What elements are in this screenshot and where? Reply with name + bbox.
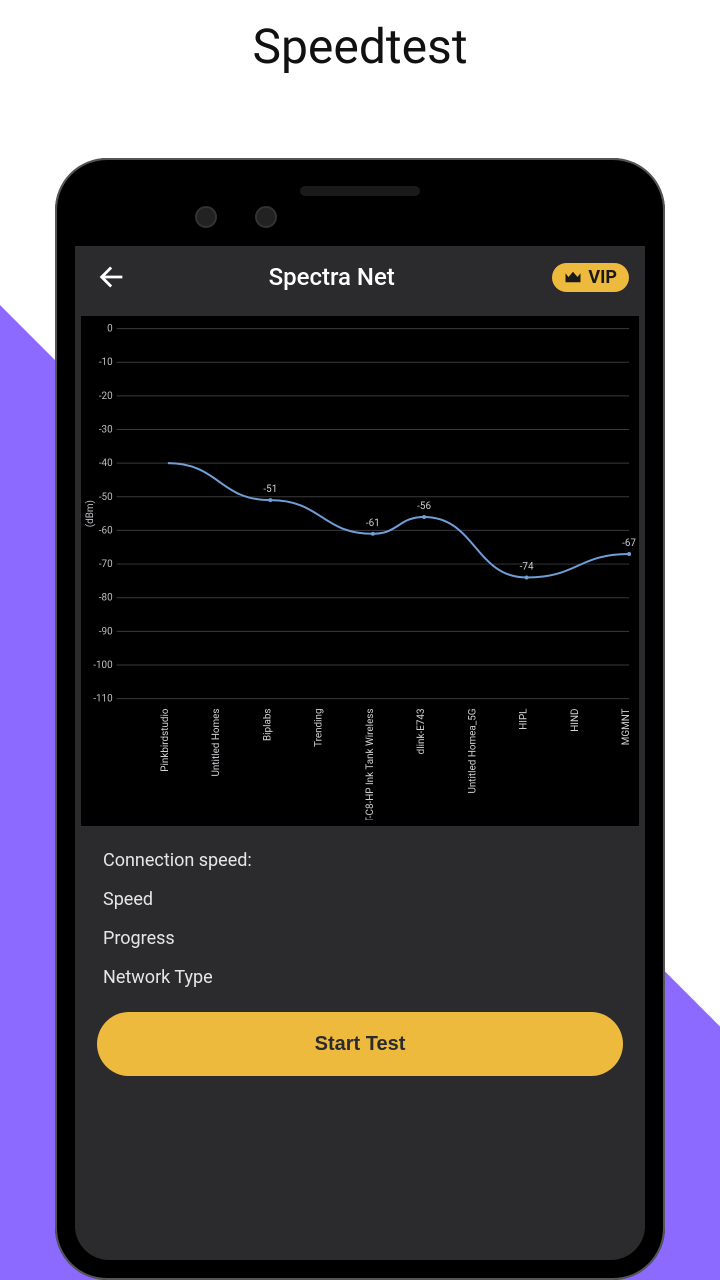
phone-bezel: Spectra Net VIP 0 -10 -20 -30 -40 -50 -60 -70 -8… <box>65 168 655 1270</box>
svg-text:-110: -110 <box>93 694 112 705</box>
svg-text:-40: -40 <box>99 458 113 469</box>
info-section: Connection speed: Speed Progress Network… <box>75 826 645 998</box>
svg-text:-10: -10 <box>99 357 113 368</box>
svg-text:-56: -56 <box>417 501 431 512</box>
network-type-label: Network Type <box>103 967 617 988</box>
connection-speed-label: Connection speed: <box>103 850 617 871</box>
signal-chart: 0 -10 -20 -30 -40 -50 -60 -70 -80 -90 -100 -110 (dBm… <box>81 316 639 826</box>
svg-text:Untitled Homea_5G: Untitled Homea_5G <box>467 709 478 794</box>
svg-text:-70: -70 <box>99 559 113 570</box>
vip-label: VIP <box>588 267 617 288</box>
svg-text:-50: -50 <box>99 492 113 503</box>
front-camera-icon <box>255 206 277 228</box>
svg-text:-100: -100 <box>93 660 112 671</box>
svg-text:-61: -61 <box>366 518 380 529</box>
vip-badge[interactable]: VIP <box>552 263 629 292</box>
progress-label: Progress <box>103 928 617 949</box>
app-bar: Spectra Net VIP <box>75 246 645 308</box>
svg-text:0: 0 <box>107 324 113 335</box>
front-camera-icon <box>195 206 217 228</box>
crown-icon <box>564 270 582 284</box>
svg-text:-74: -74 <box>520 562 534 573</box>
svg-text:(dBm): (dBm) <box>85 500 96 527</box>
svg-text:Trending: Trending <box>314 709 325 747</box>
svg-text:Pinkbirdstudio: Pinkbirdstudio <box>160 708 171 772</box>
svg-text:-30: -30 <box>99 424 113 435</box>
page-title: Speedtest <box>0 18 720 75</box>
svg-text:-67: -67 <box>622 538 636 549</box>
svg-text:-90: -90 <box>99 626 113 637</box>
svg-text:HIND: HIND <box>570 709 581 732</box>
svg-text:Biplabs: Biplabs <box>262 709 273 742</box>
svg-text:dlink-E743: dlink-E743 <box>416 709 427 755</box>
svg-text:-20: -20 <box>99 391 113 402</box>
app-title: Spectra Net <box>121 263 542 291</box>
svg-text:MGMNT: MGMNT <box>621 708 632 745</box>
speaker-grille <box>300 186 420 196</box>
svg-text:-51: -51 <box>263 484 277 495</box>
svg-text:Untitled Homes: Untitled Homes <box>211 709 222 777</box>
chart-svg: 0 -10 -20 -30 -40 -50 -60 -70 -80 -90 -100 -110 (dBm… <box>83 320 637 820</box>
start-test-button[interactable]: Start Test <box>97 1012 623 1076</box>
svg-text:-80: -80 <box>99 593 113 604</box>
svg-text:HIPL: HIPL <box>519 708 530 730</box>
svg-text:-60: -60 <box>99 525 113 536</box>
app-screen: Spectra Net VIP 0 -10 -20 -30 -40 -50 -60 -70 -8… <box>75 246 645 1260</box>
svg-text:CT-C8-HP Ink Tank Wireless: CT-C8-HP Ink Tank Wireless <box>365 709 376 821</box>
phone-frame: Spectra Net VIP 0 -10 -20 -30 -40 -50 -60 -70 -8… <box>55 158 665 1280</box>
speed-label: Speed <box>103 889 617 910</box>
